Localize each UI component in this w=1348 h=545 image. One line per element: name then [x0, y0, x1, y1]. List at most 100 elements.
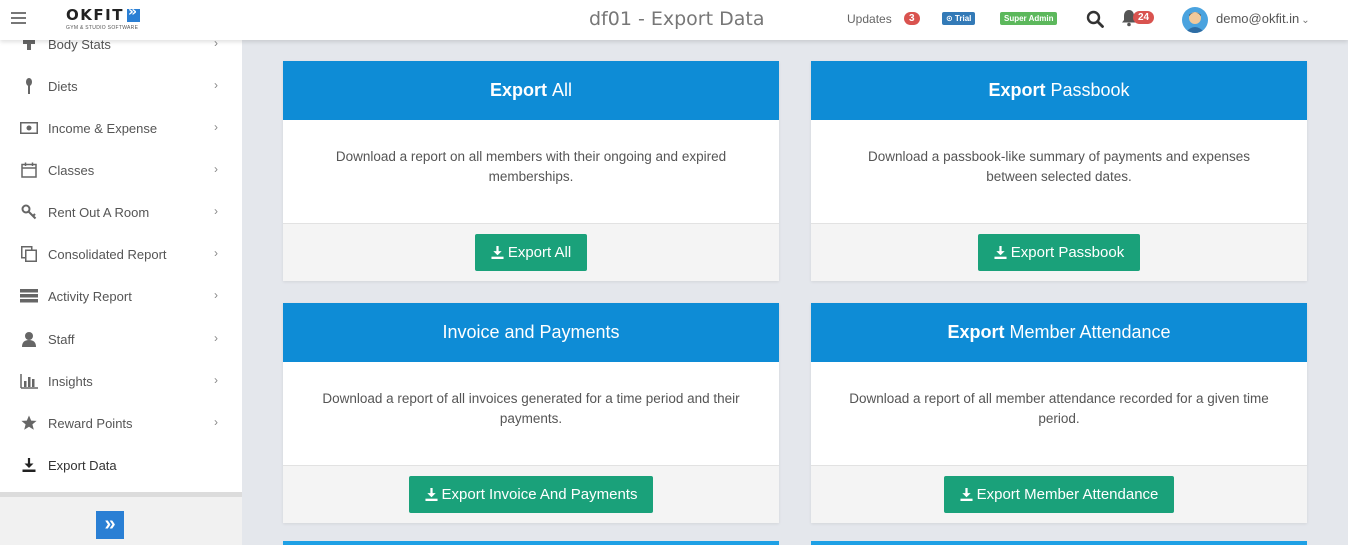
trial-badge[interactable]: ⊙ Trial	[942, 12, 976, 25]
export-invoice-payments-button[interactable]: Export Invoice And Payments	[408, 476, 654, 513]
sidebar-item-label: Activity Report	[48, 288, 132, 304]
card-title: Member Attendance	[1009, 322, 1171, 342]
logo-text: OKFIT	[66, 6, 124, 24]
card-header: Export Member Attendance	[811, 303, 1307, 362]
sidebar-item-label: Diets	[48, 78, 78, 94]
sidebar-item-export-data[interactable]: Export Data	[0, 445, 242, 485]
logo-subtitle: GYM & STUDIO SOFTWARE	[66, 25, 139, 31]
button-label: Export Member Attendance	[976, 486, 1159, 503]
sidebar-item-label: Consolidated Report	[48, 246, 167, 262]
user-menu[interactable]: demo@okfit.in ⌄	[1216, 11, 1310, 26]
card-footer: Export Invoice And Payments	[283, 465, 779, 523]
user-avatar-icon	[1185, 12, 1205, 33]
money-icon	[20, 120, 38, 136]
download-icon	[491, 246, 504, 259]
sidebar-footer: »	[0, 492, 242, 545]
card-footer: Export All	[283, 223, 779, 281]
sidebar-item-label: Classes	[48, 162, 95, 178]
sidebar-item-body-stats[interactable]: Body Stats ›	[0, 40, 242, 64]
diet-icon	[20, 78, 38, 94]
chevron-right-icon: ›	[214, 204, 218, 218]
button-label: Export Passbook	[1010, 244, 1125, 261]
menu-toggle-icon[interactable]	[11, 12, 26, 25]
updates-link[interactable]: Updates	[847, 12, 892, 26]
server-icon	[20, 288, 38, 304]
bar-chart-icon	[20, 373, 38, 389]
chevron-right-icon: ›	[214, 373, 218, 387]
sidebar-item-label: Export Data	[48, 457, 117, 473]
top-header: OKFIT GYM & STUDIO SOFTWARE df01 - Expor…	[0, 0, 1348, 40]
sidebar-item-activity-report[interactable]: Activity Report ›	[0, 276, 242, 316]
card-description: Download a report on all members with th…	[335, 149, 727, 184]
sidebar-item-label: Rent Out A Room	[48, 204, 150, 220]
footer-logo-icon[interactable]: »	[96, 511, 124, 539]
app-logo[interactable]: OKFIT GYM & STUDIO SOFTWARE	[66, 4, 140, 31]
card-title-bold: Export	[489, 80, 547, 100]
sidebar-item-diets[interactable]: Diets ›	[0, 66, 242, 106]
card-title: Passbook	[1050, 80, 1130, 100]
chevron-right-icon: ›	[214, 162, 218, 176]
avatar[interactable]	[1182, 7, 1208, 33]
member-attendance-card: Export Member Attendance Download a repo…	[811, 303, 1307, 523]
card-title: All	[552, 80, 573, 100]
sidebar-item-label: Insights	[48, 373, 93, 389]
sidebar-item-insights[interactable]: Insights ›	[0, 361, 242, 401]
card-header: Export All	[283, 61, 779, 120]
updates-count-badge[interactable]: 3	[904, 12, 920, 25]
card-title-bold: Export	[947, 322, 1005, 342]
button-label: Export All	[507, 244, 572, 261]
sidebar-item-rent-out-a-room[interactable]: Rent Out A Room ›	[0, 192, 242, 232]
sidebar-item-reward-points[interactable]: Reward Points ›	[0, 403, 242, 443]
card-description: Download a passbook-like summary of paym…	[868, 149, 1250, 184]
chevron-right-icon: ›	[214, 40, 218, 50]
sidebar: Body Stats › Diets › Income & Expense › …	[0, 40, 242, 545]
next-card-header-partial	[811, 541, 1307, 545]
card-footer: Export Passbook	[811, 223, 1307, 281]
sidebar-item-classes[interactable]: Classes ›	[0, 150, 242, 190]
card-title: Invoice and Payments	[442, 322, 620, 342]
logo-mark-icon	[126, 4, 140, 22]
chevron-right-icon: ›	[214, 288, 218, 302]
invoice-payments-card: Invoice and Payments Download a report o…	[283, 303, 779, 523]
card-description: Download a report of all member attendan…	[849, 391, 1269, 426]
sidebar-item-label: Income & Expense	[48, 120, 158, 136]
sidebar-item-label: Staff	[48, 331, 75, 347]
card-footer: Export Member Attendance	[811, 465, 1307, 523]
calendar-icon	[20, 162, 38, 178]
user-email: demo@okfit.in	[1216, 11, 1300, 26]
card-description: Download a report of all invoices genera…	[322, 391, 740, 426]
download-icon	[994, 246, 1007, 259]
export-all-card: Export All Download a report on all memb…	[283, 61, 779, 281]
sidebar-item-consolidated-report[interactable]: Consolidated Report ›	[0, 234, 242, 274]
download-icon	[960, 488, 973, 501]
chevron-right-icon: ›	[214, 331, 218, 345]
search-icon[interactable]	[1086, 10, 1104, 28]
export-passbook-button[interactable]: Export Passbook	[977, 234, 1141, 271]
super-admin-badge[interactable]: Super Admin	[1000, 12, 1058, 25]
star-icon	[20, 415, 38, 431]
button-label: Export Invoice And Payments	[441, 486, 638, 503]
chevron-right-icon: ›	[214, 120, 218, 134]
sidebar-item-label: Reward Points	[48, 415, 133, 431]
copy-icon	[20, 246, 38, 262]
export-all-button[interactable]: Export All	[474, 234, 588, 271]
chevron-right-icon: ›	[214, 246, 218, 260]
body-stats-icon	[20, 40, 38, 52]
export-passbook-card: Export Passbook Download a passbook-like…	[811, 61, 1307, 281]
chevron-down-icon: ⌄	[1301, 15, 1310, 26]
notifications-count-badge[interactable]: 24	[1133, 11, 1155, 24]
download-icon	[20, 457, 38, 473]
card-header: Export Passbook	[811, 61, 1307, 120]
sidebar-item-income-expense[interactable]: Income & Expense ›	[0, 108, 242, 148]
next-card-header-partial	[283, 541, 779, 545]
chevron-right-icon: ›	[214, 415, 218, 429]
page-title: df01 - Export Data	[589, 8, 765, 30]
user-icon	[20, 331, 38, 347]
sidebar-item-staff[interactable]: Staff ›	[0, 319, 242, 359]
chevron-right-icon: ›	[214, 78, 218, 92]
export-member-attendance-button[interactable]: Export Member Attendance	[943, 476, 1175, 513]
card-title-bold: Export	[988, 80, 1046, 100]
card-header: Invoice and Payments	[283, 303, 779, 362]
download-icon	[424, 488, 438, 501]
sidebar-item-label: Body Stats	[48, 40, 111, 52]
